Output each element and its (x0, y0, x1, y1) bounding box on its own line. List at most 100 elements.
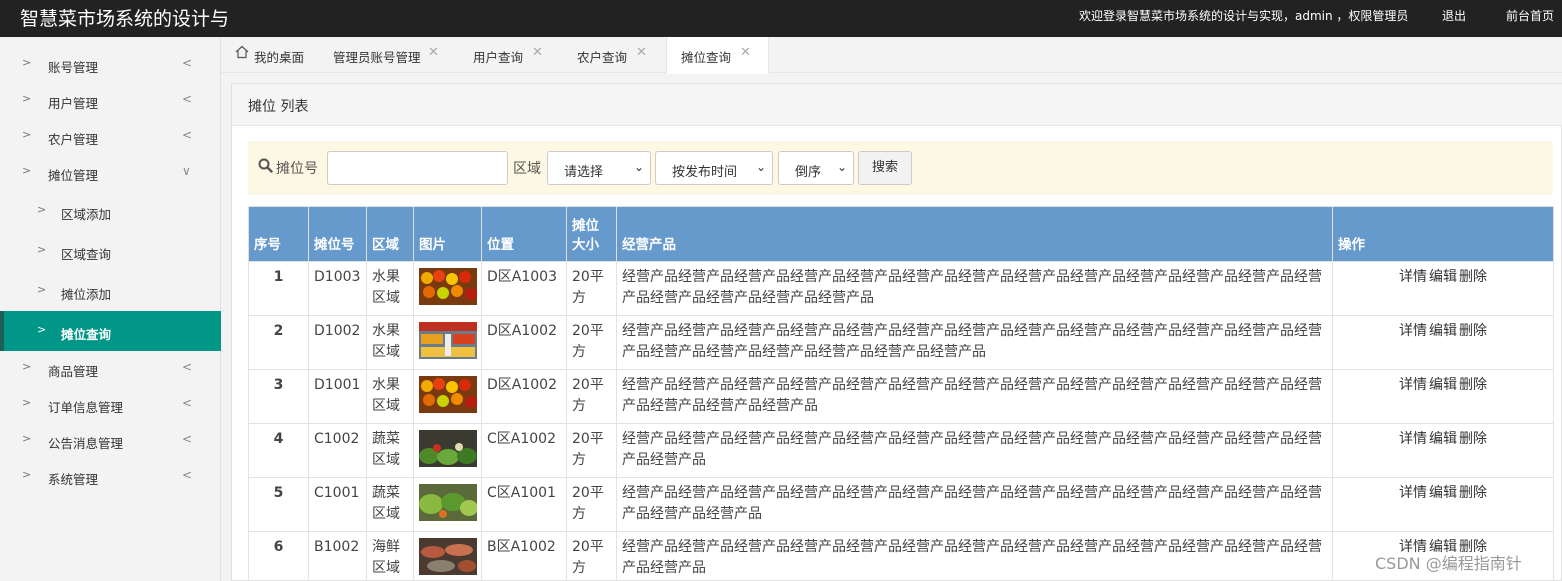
cell-size: 20平方 (566, 423, 617, 478)
stall-no-input[interactable] (327, 151, 508, 185)
chevron-right-icon: > (22, 468, 32, 481)
detail-link[interactable]: 详情 (1399, 431, 1427, 447)
chevron-left-icon: < (182, 360, 193, 374)
tab-label: 用户查询 (473, 50, 524, 65)
edit-link[interactable]: 编辑 (1429, 323, 1457, 339)
area-select[interactable]: 请选择 ⌄ (547, 151, 651, 185)
detail-link[interactable]: 详情 (1399, 323, 1427, 339)
detail-link[interactable]: 详情 (1399, 269, 1427, 285)
detail-link[interactable]: 详情 (1399, 485, 1427, 501)
sidebar-item-products[interactable]: > 商品管理 < (0, 351, 221, 387)
sidebar-subitem-label: 摊位添加 (61, 287, 112, 302)
front-home-link[interactable]: 前台首页 (1506, 7, 1554, 24)
edit-link[interactable]: 编辑 (1429, 269, 1457, 285)
sidebar-item-label: 用户管理 (48, 96, 99, 111)
stall-photo-fruit[interactable] (419, 376, 477, 413)
tab-stall-query[interactable]: 摊位查询 ✕ (666, 37, 769, 74)
sidebar-subitem-area-query[interactable]: > 区域查询 (0, 231, 221, 271)
cell-size: 20平方 (566, 369, 617, 424)
stall-no-label: 摊位号 (276, 161, 318, 177)
sort-field-select[interactable]: 按发布时间 ⌄ (655, 151, 773, 185)
edit-link[interactable]: 编辑 (1429, 485, 1457, 501)
cell-stall-no: D1001 (308, 369, 367, 424)
delete-link[interactable]: 删除 (1459, 269, 1487, 285)
table-row: 1 D1003 水果区域 D区A1003 20平方 经营产品经营产品经营产品经营… (248, 261, 1554, 316)
logout-link[interactable]: 退出 (1442, 7, 1466, 24)
table-row: 4 C1002 蔬菜区域 C区A1002 20平方 经营产品经营产品经营产品经营… (248, 423, 1554, 478)
chevron-left-icon: < (182, 92, 193, 106)
chevron-down-icon: ∨ (182, 164, 191, 178)
stall-photo-fruit[interactable] (419, 268, 477, 305)
cell-ops: 详情 编辑 删除 (1332, 423, 1554, 478)
col-header-ops[interactable]: 操作 (1332, 206, 1554, 262)
sidebar-item-system[interactable]: > 系统管理 < (0, 459, 221, 495)
edit-link[interactable]: 编辑 (1429, 431, 1457, 447)
sidebar-item-label: 系统管理 (48, 472, 99, 487)
stall-photo-fruit-stand[interactable] (419, 322, 477, 359)
sidebar-subitem-area-add[interactable]: > 区域添加 (0, 191, 221, 231)
sidebar-item-label: 订单信息管理 (48, 400, 124, 415)
cell-stall-no: C1001 (308, 477, 367, 532)
sidebar-item-users[interactable]: > 用户管理 < (0, 83, 221, 119)
delete-link[interactable]: 删除 (1459, 377, 1487, 393)
sidebar-item-account[interactable]: > 账号管理 < (0, 47, 221, 83)
cell-image (413, 261, 482, 316)
edit-link[interactable]: 编辑 (1429, 377, 1457, 393)
col-header-products[interactable]: 经营产品 (616, 206, 1333, 262)
cell-area: 蔬菜区域 (366, 477, 414, 532)
col-header-index[interactable]: 序号 (248, 206, 309, 262)
cell-index: 2 (248, 315, 309, 370)
sidebar-item-stalls[interactable]: > 摊位管理 ∨ (0, 155, 221, 191)
cell-ops: 详情 编辑 删除 (1332, 477, 1554, 532)
table-row: 5 C1001 蔬菜区域 C区A1001 20平方 经营产品经营产品经营产品经营… (248, 477, 1554, 532)
cell-stall-no: D1002 (308, 315, 367, 370)
col-header-stall-no[interactable]: 摊位号 (308, 206, 367, 262)
top-bar: 智慧菜市场系统的设计与 欢迎登录智慧菜市场系统的设计与实现，admin ，权限管… (0, 0, 1562, 37)
chevron-right-icon: > (22, 56, 32, 69)
chevron-left-icon: < (182, 396, 193, 410)
chevron-right-icon: > (22, 432, 32, 445)
cell-size: 20平方 (566, 261, 617, 316)
sort-order-select[interactable]: 倒序 ⌄ (778, 151, 854, 185)
sidebar-subitem-stall-add[interactable]: > 摊位添加 (0, 271, 221, 311)
panel-header: 摊位 列表 (232, 84, 1562, 126)
sidebar-item-farmers[interactable]: > 农户管理 < (0, 119, 221, 155)
close-icon[interactable]: ✕ (636, 45, 647, 60)
tab-my-desktop[interactable]: 我的桌面 (235, 37, 327, 73)
cell-image (413, 477, 482, 532)
tab-user-query[interactable]: 用户查询 ✕ (473, 37, 549, 73)
sidebar-subitem-stall-query[interactable]: > 摊位查询 (0, 311, 221, 351)
cell-image (413, 531, 482, 581)
chevron-right-icon: > (37, 203, 47, 216)
cell-products: 经营产品经营产品经营产品经营产品经营产品经营产品经营产品经营产品经营产品经营产品… (616, 477, 1333, 532)
chevron-right-icon: > (22, 128, 32, 141)
search-button[interactable]: 搜索 (858, 151, 912, 185)
col-header-location[interactable]: 位置 (481, 206, 567, 262)
close-icon[interactable]: ✕ (532, 45, 543, 60)
stall-photo-vegetables[interactable] (419, 484, 477, 521)
sidebar-item-notices[interactable]: > 公告消息管理 < (0, 423, 221, 459)
close-icon[interactable]: ✕ (740, 45, 751, 60)
col-header-image[interactable]: 图片 (413, 206, 482, 262)
stall-photo-vegetables[interactable] (419, 430, 477, 467)
chevron-right-icon: > (22, 396, 32, 409)
sort-order-value: 倒序 (795, 165, 822, 180)
welcome-text: 欢迎登录智慧菜市场系统的设计与实现，admin ，权限管理员 (1079, 9, 1409, 23)
delete-link[interactable]: 删除 (1459, 431, 1487, 447)
delete-link[interactable]: 删除 (1459, 323, 1487, 339)
delete-link[interactable]: 删除 (1459, 485, 1487, 501)
sidebar-item-orders[interactable]: > 订单信息管理 < (0, 387, 221, 423)
detail-link[interactable]: 详情 (1399, 377, 1427, 393)
cell-index: 4 (248, 423, 309, 478)
tab-farmer-query[interactable]: 农户查询 ✕ (577, 37, 653, 73)
tab-admin-account[interactable]: 管理员账号管理 ✕ (333, 37, 457, 73)
cell-stall-no: D1003 (308, 261, 367, 316)
col-header-size[interactable]: 摊位大小 (566, 206, 617, 262)
stall-photo-seafood[interactable] (419, 538, 477, 575)
stall-table: 序号 摊位号 区域 图片 位置 摊位大小 经营产品 操作 1 D1003 水果区… (248, 206, 1554, 581)
search-bar: 摊位号 区域 请选择 ⌄ 按发布时间 ⌄ 倒序 ⌄ 搜索 (248, 141, 1553, 195)
close-icon[interactable]: ✕ (428, 45, 439, 60)
chevron-down-icon: ⌄ (633, 160, 644, 174)
sort-field-value: 按发布时间 (672, 165, 738, 180)
col-header-area[interactable]: 区域 (366, 206, 414, 262)
